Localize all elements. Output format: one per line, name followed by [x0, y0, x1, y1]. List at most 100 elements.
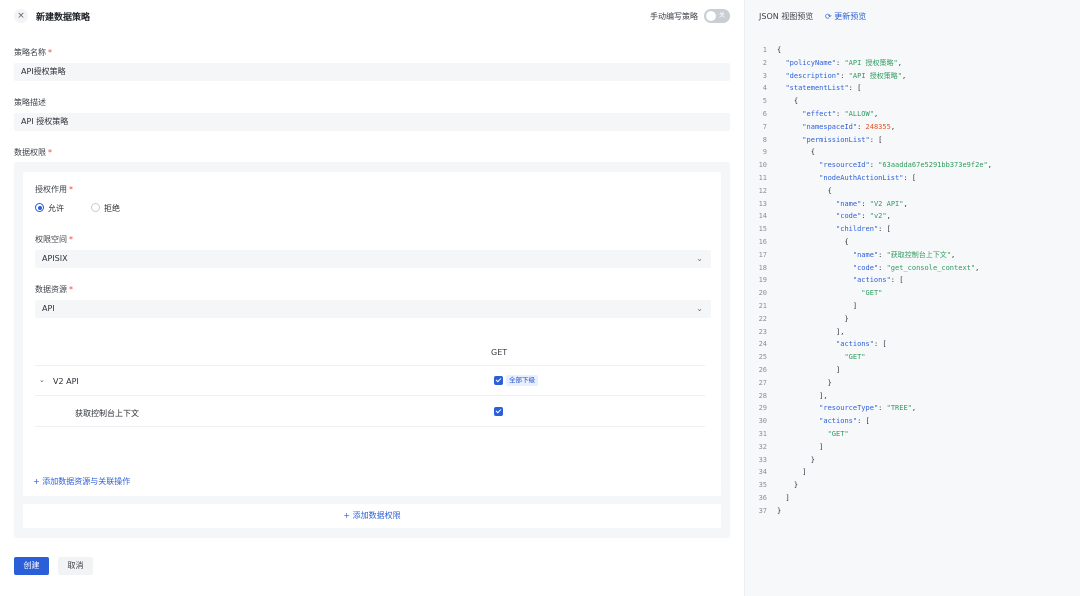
get-checkbox[interactable]: [494, 407, 503, 416]
code-token: :: [857, 122, 866, 131]
line-number: 27: [758, 378, 767, 387]
code-token: }: [844, 314, 849, 323]
code-line: 10 "resourceId": "63aadda67e5291bb373e9f…: [753, 159, 1077, 172]
code-token: ,: [901, 71, 907, 80]
line-number: 23: [758, 327, 767, 336]
code-token: "nodeAuthActionList": [819, 173, 904, 182]
resource-select[interactable]: API ⌄: [35, 300, 711, 318]
line-number: 1: [762, 46, 767, 54]
line-number: 4: [762, 84, 767, 93]
required-mark: *: [69, 235, 73, 244]
code-token: ,: [873, 109, 879, 118]
code-token: "API 授权策略": [848, 71, 902, 80]
code-line: 34 ]: [753, 466, 1077, 479]
refresh-preview-button[interactable]: ⟳ 更新预览: [825, 11, 866, 22]
refresh-icon: ⟳: [825, 12, 832, 21]
radio-label: 允许: [48, 204, 64, 213]
effect-radio-deny[interactable]: 拒绝: [91, 202, 151, 214]
toggle-knob: [706, 11, 716, 21]
line-number: 24: [758, 340, 767, 349]
namespace-label: 权限空间 *: [35, 234, 73, 245]
code-line: 11 "nodeAuthActionList": [: [753, 172, 1077, 185]
form-panel: × 新建数据策略 手动编写策略 关 策略名称 * API授权策略 策略描述 API…: [0, 0, 744, 596]
code-line: 32 ]: [753, 441, 1077, 454]
policy-name-input[interactable]: API授权策略: [14, 63, 730, 81]
add-permission-button[interactable]: + 添加数据权限: [23, 504, 721, 528]
code-token: "actions": [836, 340, 874, 349]
code-line: 1{: [753, 44, 1077, 57]
code-token: "V2 API": [869, 199, 904, 208]
code-token: ]: [802, 468, 807, 477]
code-token: ,: [987, 161, 992, 170]
code-line: 22 }: [753, 313, 1077, 326]
close-icon[interactable]: ×: [14, 9, 28, 23]
code-token: "effect": [802, 109, 837, 118]
code-token: ,: [975, 263, 980, 272]
code-line: 35 }: [753, 479, 1077, 492]
chevron-down-icon[interactable]: ⌄: [39, 376, 45, 384]
line-number: 17: [758, 250, 767, 259]
line-number: 31: [758, 429, 767, 438]
code-token: }: [777, 506, 782, 515]
radio-circle: [91, 203, 100, 212]
tree-node-name: 获取控制台上下文: [75, 409, 139, 418]
code-line: 33 }: [753, 454, 1077, 467]
line-number: 35: [758, 481, 767, 490]
permission-statement: 授权作用 * 允许 拒绝 权限空间 * APISIX ⌄ 数据资源 * API …: [23, 172, 721, 496]
line-number: 5: [762, 97, 767, 106]
manual-edit-toggle[interactable]: 关: [704, 9, 730, 23]
line-number: 7: [762, 122, 767, 131]
code-token: "code": [852, 263, 879, 272]
code-token: "description": [785, 71, 841, 80]
code-token: "获取控制台上下文": [886, 250, 952, 259]
description-input[interactable]: API 授权策略: [14, 113, 730, 131]
json-preview-title: JSON 视图预览: [759, 12, 814, 21]
toggle-text: 关: [719, 12, 726, 19]
line-number: 19: [758, 276, 767, 285]
chevron-down-icon: ⌄: [696, 254, 703, 263]
effect-radio-allow[interactable]: 允许: [35, 202, 95, 214]
get-checkbox[interactable]: [494, 376, 503, 385]
line-number: 29: [758, 404, 767, 413]
manual-edit-label: 手动编写策略: [650, 12, 698, 21]
code-token: ],: [819, 391, 828, 400]
code-token: "get_console_context": [886, 263, 976, 272]
code-token: "actions": [819, 417, 858, 426]
code-token: ]: [785, 493, 790, 502]
namespace-value: APISIX: [42, 254, 68, 263]
code-line: 37}: [753, 505, 1077, 518]
code-token: ]: [819, 442, 824, 451]
code-token: ,: [890, 122, 896, 131]
code-token: "name": [852, 250, 879, 259]
json-code-view: 1{2 "policyName": "API 授权策略", 3 "descript…: [753, 44, 1077, 517]
code-token: "children": [836, 225, 879, 234]
code-line: 16 {: [753, 236, 1077, 249]
code-token: :: [840, 71, 849, 80]
data-permission-label: 数据权限 *: [14, 147, 52, 158]
code-token: : [: [848, 84, 862, 93]
create-button[interactable]: 创建: [14, 557, 49, 575]
cancel-button[interactable]: 取消: [58, 557, 93, 575]
code-token: {: [844, 237, 849, 246]
line-number: 16: [758, 237, 767, 246]
add-resource-link[interactable]: + 添加数据资源与关联操作: [33, 476, 130, 487]
code-token: :: [861, 199, 870, 208]
code-line: 24 "actions": [: [753, 338, 1077, 351]
code-token: "GET": [827, 429, 849, 438]
code-token: }: [810, 455, 815, 464]
code-token: :: [878, 250, 887, 259]
radio-circle: [35, 203, 44, 212]
description-label: 策略描述: [14, 98, 46, 107]
code-token: "63aadda67e5291bb373e9f2e": [878, 161, 988, 170]
code-token: :: [861, 212, 870, 221]
code-token: : [: [878, 225, 891, 234]
code-token: :: [878, 404, 887, 413]
code-token: ,: [897, 58, 902, 67]
line-number: 33: [758, 455, 767, 464]
code-token: ,: [903, 199, 908, 208]
namespace-select[interactable]: APISIX ⌄: [35, 250, 711, 268]
code-line: 19 "actions": [: [753, 274, 1077, 287]
code-token: "code": [836, 212, 862, 221]
code-token: : [: [903, 173, 917, 182]
required-mark: *: [48, 48, 52, 57]
